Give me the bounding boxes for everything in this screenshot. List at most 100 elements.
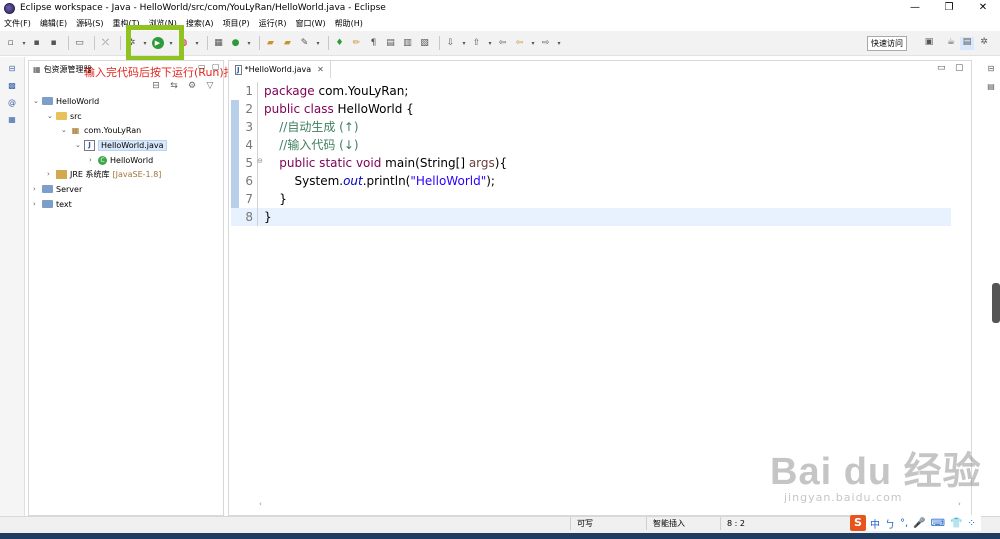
- block-select-icon[interactable]: ▤: [384, 37, 397, 50]
- prev-annotation-dropdown-icon[interactable]: ▾: [487, 37, 493, 50]
- debug-perspective-icon[interactable]: ✲: [977, 37, 991, 50]
- toolbar-separator: [259, 36, 260, 50]
- tree-item-text[interactable]: › text: [33, 197, 72, 211]
- new-server-icon[interactable]: ▦: [212, 37, 225, 50]
- search-dropdown-icon[interactable]: ▾: [315, 37, 321, 50]
- class-icon: C: [98, 155, 107, 165]
- search-icon[interactable]: ✎: [298, 37, 311, 50]
- run-button-highlight: [126, 25, 184, 61]
- toggle-mark-icon[interactable]: ▥: [401, 37, 414, 50]
- highlight-icon[interactable]: ✏: [350, 37, 363, 50]
- forward-icon[interactable]: ⇨: [539, 37, 552, 50]
- view-menu-icon[interactable]: ▽: [203, 81, 217, 91]
- close-tab-icon[interactable]: ✕: [317, 65, 324, 74]
- link-editor-icon[interactable]: ⇆: [167, 81, 181, 91]
- restore-icon[interactable]: ⊟: [7, 63, 18, 74]
- last-edit-icon[interactable]: ⇦: [496, 37, 509, 50]
- status-insert-mode: 智能插入: [646, 517, 720, 530]
- open-perspective-icon[interactable]: ▣: [922, 37, 936, 50]
- ime-half-width-icon[interactable]: ㄅ: [885, 516, 895, 531]
- save-icon[interactable]: ▪: [30, 37, 43, 50]
- tree-item-helloworld-java[interactable]: ⌄ J HelloWorld.java: [75, 138, 167, 152]
- expand-arrow-icon[interactable]: ›: [33, 200, 42, 208]
- annotation-icon[interactable]: ♦: [333, 37, 346, 50]
- next-annotation-dropdown-icon[interactable]: ▾: [461, 37, 467, 50]
- code-area[interactable]: 1 package com.YouLyRan; 2 public class H…: [231, 82, 951, 502]
- next-annotation-icon[interactable]: ⇩: [444, 37, 457, 50]
- project-icon: [42, 185, 53, 193]
- tree-item-src[interactable]: ⌄ src: [47, 109, 82, 123]
- menu-run[interactable]: 运行(R): [259, 18, 287, 29]
- save-all-icon[interactable]: ▪: [47, 37, 60, 50]
- skip-breakpoints-icon[interactable]: ⤫: [99, 37, 112, 50]
- menu-help[interactable]: 帮助(H): [335, 18, 363, 29]
- expand-arrow-icon[interactable]: ›: [33, 185, 42, 193]
- outline-icon[interactable]: ▤: [985, 82, 997, 94]
- toolbar-separator: [439, 36, 440, 50]
- new-dropdown-icon[interactable]: ▾: [21, 37, 27, 50]
- javaee-perspective-icon[interactable]: ☕: [944, 37, 958, 50]
- ime-keyboard-icon[interactable]: ⌨: [931, 518, 945, 529]
- menu-edit[interactable]: 编辑(E): [40, 18, 67, 29]
- expand-arrow-icon[interactable]: ⌄: [33, 97, 42, 105]
- open-type-icon[interactable]: ▰: [264, 37, 277, 50]
- window-title: Eclipse workspace - Java - HelloWorld/sr…: [20, 3, 386, 13]
- maximize-explorer-icon[interactable]: ▢: [212, 62, 220, 71]
- restore-button[interactable]: ❐: [932, 0, 966, 16]
- ime-skin-icon[interactable]: 👕: [950, 518, 962, 529]
- run-instruction-annotation: 输入完代码后按下运行(Run)按钮: [84, 66, 246, 79]
- new-icon[interactable]: ▫: [4, 37, 17, 50]
- tree-item-helloworld-project[interactable]: ⌄ HelloWorld: [33, 94, 99, 108]
- minimize-explorer-icon[interactable]: ▭: [198, 62, 206, 71]
- expand-arrow-icon[interactable]: ⌄: [75, 141, 84, 149]
- expand-arrow-icon[interactable]: ⌄: [47, 112, 56, 120]
- restore-right-icon[interactable]: ⊟: [985, 64, 997, 76]
- open-folder-icon[interactable]: ▰: [281, 37, 294, 50]
- declaration-icon[interactable]: ▦: [7, 114, 18, 125]
- hierarchy-icon[interactable]: ▩: [7, 80, 18, 91]
- back-icon[interactable]: ⇦: [513, 37, 526, 50]
- show-source-icon[interactable]: ▧: [418, 37, 431, 50]
- package-explorer-icon: ▦: [33, 64, 41, 74]
- menu-file[interactable]: 文件(F): [4, 18, 31, 29]
- code-line: 5 public static void main(String[] args)…: [245, 154, 508, 172]
- quick-access-field[interactable]: 快速访问: [867, 36, 907, 51]
- forward-dropdown-icon[interactable]: ▾: [556, 37, 562, 50]
- terminal-icon[interactable]: ▭: [73, 37, 86, 50]
- tree-item-jre[interactable]: › JRE 系统库 [JavaSE-1.8]: [47, 167, 161, 181]
- menu-window[interactable]: 窗口(W): [295, 18, 325, 29]
- title-bar: Eclipse workspace - Java - HelloWorld/sr…: [0, 0, 1000, 16]
- expand-arrow-icon[interactable]: ⌄: [61, 126, 70, 134]
- new-class-icon[interactable]: ●: [229, 37, 242, 50]
- ime-voice-icon[interactable]: 🎤: [913, 518, 925, 529]
- focus-icon[interactable]: ⚙: [185, 81, 199, 91]
- run-server-dropdown-icon[interactable]: ▾: [194, 37, 200, 50]
- ime-punctuation-icon[interactable]: °,: [900, 518, 908, 529]
- show-whitespace-icon[interactable]: ¶: [367, 37, 380, 50]
- tree-item-helloworld-class[interactable]: › C HelloWorld: [89, 153, 153, 167]
- minimize-editor-icon[interactable]: ▭: [937, 63, 946, 73]
- minimize-button[interactable]: —: [898, 0, 932, 16]
- close-button[interactable]: ✕: [966, 0, 1000, 16]
- collapse-all-icon[interactable]: ⊟: [149, 81, 163, 91]
- overview-ruler-handle[interactable]: [992, 283, 1000, 323]
- tree-item-server[interactable]: › Server: [33, 182, 82, 196]
- prev-annotation-icon[interactable]: ⇧: [470, 37, 483, 50]
- tree-item-package[interactable]: ⌄ ▦ com.YouLyRan: [61, 123, 141, 137]
- new-class-dropdown-icon[interactable]: ▾: [246, 37, 252, 50]
- java-perspective-icon[interactable]: ▤: [960, 37, 974, 50]
- expand-arrow-icon[interactable]: ›: [89, 156, 98, 164]
- status-cursor-position: 8 : 2: [720, 517, 790, 530]
- sogou-logo-icon[interactable]: S: [850, 515, 866, 531]
- ime-lang-toggle[interactable]: 中: [870, 516, 880, 531]
- menu-search[interactable]: 搜索(A): [186, 18, 214, 29]
- javadoc-icon[interactable]: @: [7, 97, 18, 108]
- back-dropdown-icon[interactable]: ▾: [530, 37, 536, 50]
- maximize-editor-icon[interactable]: ▢: [955, 63, 964, 73]
- menu-project[interactable]: 项目(P): [223, 18, 250, 29]
- menu-source[interactable]: 源码(S): [76, 18, 103, 29]
- editor-tab-helloworld[interactable]: J *HelloWorld.java ✕: [229, 61, 331, 78]
- expand-arrow-icon[interactable]: ›: [47, 170, 56, 178]
- ime-tools-icon[interactable]: ⁘: [968, 518, 976, 529]
- fold-icon[interactable]: ⊖: [257, 157, 263, 165]
